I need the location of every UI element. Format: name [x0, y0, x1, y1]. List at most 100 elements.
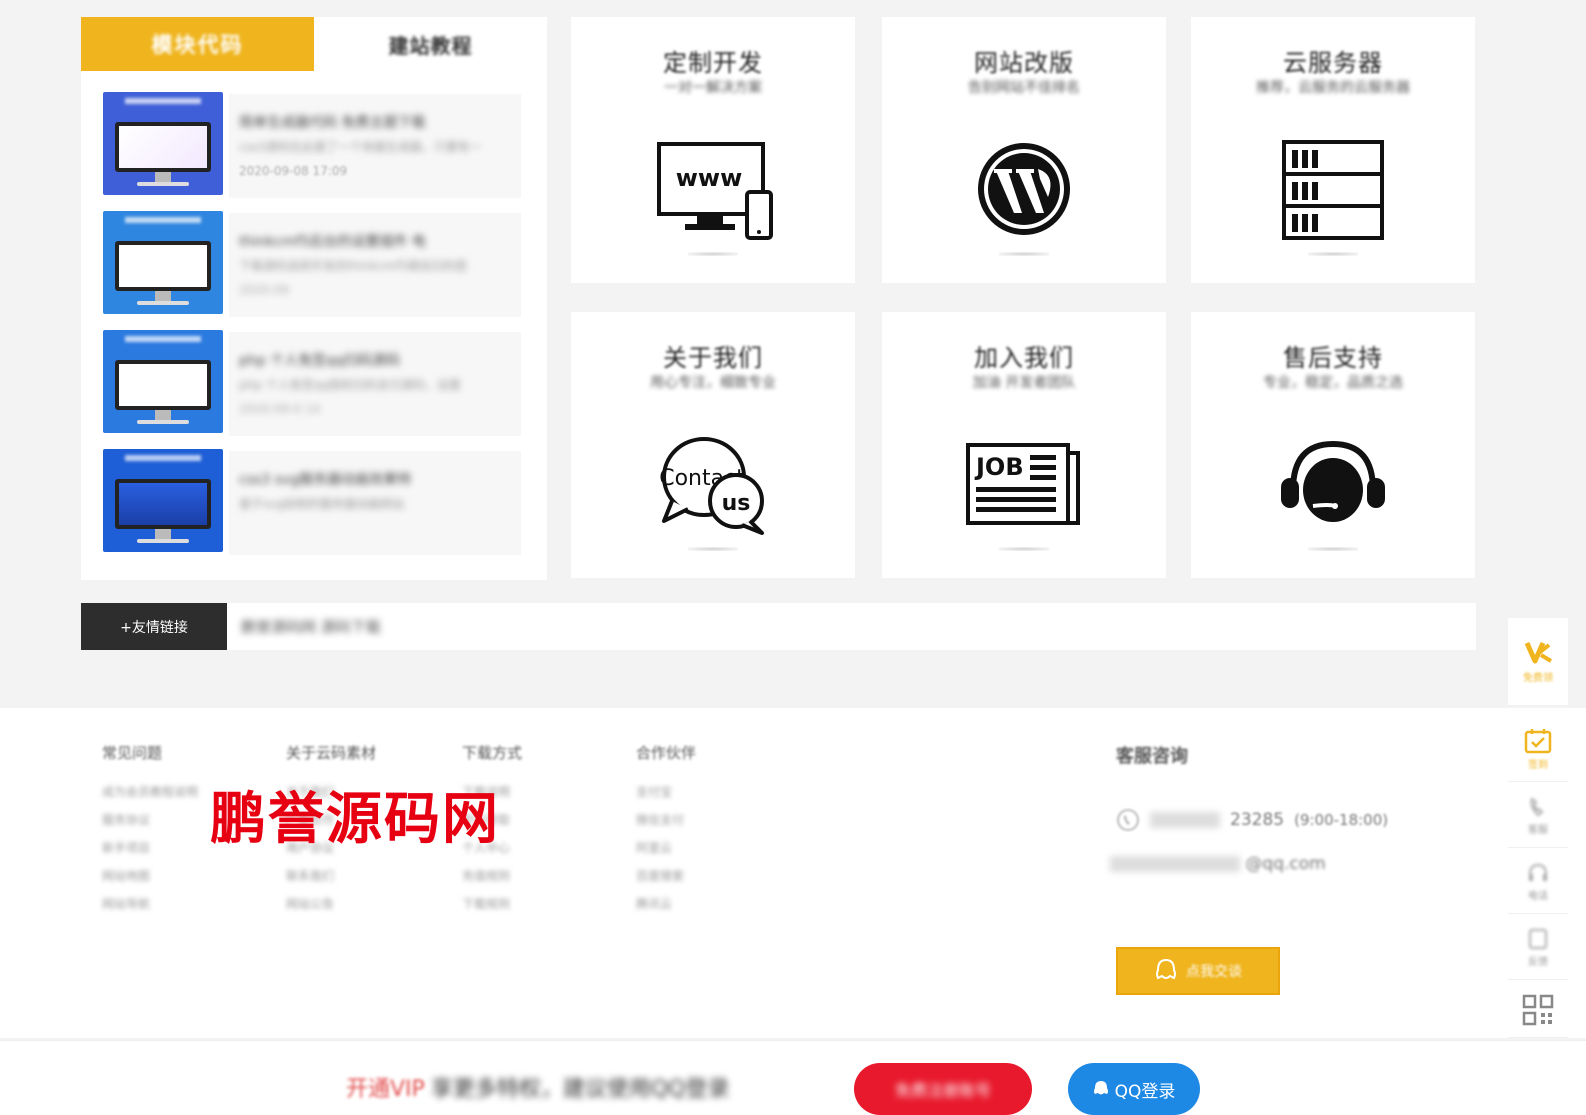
qq-login-button[interactable]: QQ登录 — [1068, 1063, 1200, 1115]
sidebar-item-qrcode[interactable] — [1508, 982, 1568, 1038]
headset-support-icon — [1273, 424, 1393, 544]
sidebar-item-checkin[interactable]: 签到 — [1508, 718, 1568, 782]
feedback-icon — [1529, 929, 1547, 949]
service-email: @qq.com — [1110, 854, 1326, 874]
card-subtitle: 一对一解决方案 — [664, 80, 762, 96]
footer-column-partners: 合作伙伴 支付宝 微信支付 阿里云 百度搜索 腾讯云 — [636, 742, 696, 923]
list-item[interactable]: thinkcmf5后台的设置插件 电 下载源码自研开发的thinkcmf5微信扫… — [103, 211, 523, 329]
footer-column-faq: 常见问题 成为会员教程说明 服务协议 新手项目 网站地图 网站导航 — [102, 742, 198, 923]
footer-link[interactable]: 腾讯云 — [636, 895, 696, 923]
service-phone: 23285 (9:00-18:00) — [1116, 808, 1388, 832]
friend-links-button[interactable]: +友情链接 — [81, 603, 227, 650]
card-cloud-server[interactable]: 云服务器 推荐，云服务的云服务器 — [1191, 17, 1475, 283]
card-subtitle: 专业，稳定，品质之选 — [1263, 375, 1403, 391]
headset-icon — [1529, 863, 1547, 881]
svg-text:JOB: JOB — [974, 453, 1024, 481]
footer-column-title: 关于云码素材 — [286, 744, 377, 762]
sidebar-item-phone[interactable]: 电话 — [1508, 850, 1568, 914]
card-title: 定制开发 — [663, 49, 763, 77]
article-title[interactable]: 简单生成器代码 免费主题下载 — [239, 112, 425, 132]
article-title[interactable]: thinkcmf5后台的设置插件 电 — [239, 231, 426, 251]
card-subtitle: 告别网站不佳排名 — [968, 80, 1080, 96]
card-title: 售后支持 — [1283, 344, 1383, 372]
service-title: 客服咨询 — [1116, 746, 1188, 767]
article-title[interactable]: php 个人免签qq扫码源码 — [239, 350, 400, 370]
sidebar-item-free[interactable]: 免费领 — [1508, 618, 1568, 706]
login-promo-text: 开通VIP 享更多特权，建议使用QQ登录 — [346, 1077, 730, 1102]
article-date: 2020-09-0 14 — [239, 402, 321, 416]
footer-link[interactable]: 网站地图 — [102, 867, 198, 895]
card-subtitle: 用心专注，细致专业 — [650, 375, 776, 391]
calendar-check-icon — [1524, 729, 1552, 754]
contact-us-icon: Contact us — [653, 424, 773, 544]
login-prompt-bar: 开通VIP 享更多特权，建议使用QQ登录 免费注册账号 QQ登录 — [0, 1040, 1586, 1115]
tab-site-tutorial[interactable]: 建站教程 — [314, 17, 547, 71]
www-monitor-icon: www — [653, 129, 773, 249]
tab-bar: 模块代码 建站教程 — [81, 17, 547, 71]
card-subtitle: 加油 开发者团队 — [972, 375, 1076, 391]
footer-link[interactable]: 充值规则 — [462, 867, 522, 895]
footer-link[interactable]: 成为会员教程说明 — [102, 783, 198, 811]
customer-service: 客服咨询 23285 (9:00-18:00) @qq.com 点我交谈 — [1110, 742, 1416, 995]
tab-module-code[interactable]: 模块代码 — [81, 17, 314, 71]
sidebar-item-service[interactable]: 客服 — [1508, 784, 1568, 848]
article-desc: 基于svg绘制的服务器动画网站 — [239, 497, 404, 511]
footer-link[interactable]: 联系我们 — [286, 867, 376, 895]
friend-links-bar: +友情链接 鹏誉源码网 源码下载 — [81, 603, 1476, 650]
wordpress-icon — [964, 129, 1084, 249]
left-tab-panel: 模块代码 建站教程 简单生成器代码 免费主题下载 css3源码在此建了一个体器生… — [81, 17, 547, 580]
card-custom-dev[interactable]: 定制开发 一对一解决方案 www — [571, 17, 855, 283]
watermark-text: 鹏誉源码网 — [210, 787, 500, 852]
tab-label: 模块代码 — [151, 33, 244, 57]
card-subtitle: 推荐，云服务的云服务器 — [1256, 80, 1410, 96]
server-rack-icon — [1273, 129, 1393, 249]
qq-penguin-icon — [1156, 958, 1176, 980]
footer-link[interactable]: 微信支付 — [636, 811, 696, 839]
register-button[interactable]: 免费注册账号 — [854, 1063, 1032, 1115]
article-desc: css3源码在此建了一个体器生成器，只要有一 — [239, 140, 482, 154]
sidebar-item-feedback[interactable]: 反馈 — [1508, 916, 1568, 980]
article-thumbnail[interactable] — [103, 92, 223, 195]
footer-link[interactable]: 阿里云 — [636, 839, 696, 867]
v-logo-icon — [1524, 641, 1553, 664]
phone-icon — [1530, 797, 1544, 817]
article-thumbnail[interactable] — [103, 330, 223, 433]
footer-column-title: 下载方式 — [462, 744, 523, 762]
phone-icon — [1117, 809, 1139, 831]
card-title: 网站改版 — [974, 49, 1074, 77]
floating-sidebar: 免费领 签到 客服 电话 反馈 — [1508, 618, 1568, 1038]
footer-column-title: 合作伙伴 — [636, 744, 697, 762]
list-item[interactable]: 简单生成器代码 免费主题下载 css3源码在此建了一个体器生成器，只要有一 20… — [103, 92, 523, 210]
card-about-us[interactable]: 关于我们 用心专注，细致专业 Contact us — [571, 312, 855, 578]
footer-link[interactable]: 下载规则 — [462, 895, 522, 923]
card-site-redesign[interactable]: 网站改版 告别网站不佳排名 — [882, 17, 1166, 283]
article-thumbnail[interactable] — [103, 449, 223, 552]
footer-link[interactable]: 支付宝 — [636, 783, 696, 811]
article-desc: php 个人免签qq授权扫码支付源码，设置 — [239, 378, 461, 392]
chat-button[interactable]: 点我交谈 — [1116, 947, 1280, 995]
svg-text:us: us — [722, 491, 751, 516]
card-title: 云服务器 — [1283, 49, 1383, 77]
friend-links-list[interactable]: 鹏誉源码网 源码下载 — [241, 616, 381, 637]
article-title[interactable]: css3 svg服务器动画效果特 — [239, 469, 411, 489]
qq-penguin-icon — [1093, 1081, 1108, 1095]
article-date: 2020-09-08 17:09 — [239, 164, 348, 178]
card-title: 加入我们 — [974, 344, 1074, 372]
footer-link[interactable]: 网站公告 — [286, 895, 376, 923]
footer-column-title: 常见问题 — [102, 744, 163, 762]
article-list: 简单生成器代码 免费主题下载 css3源码在此建了一个体器生成器，只要有一 20… — [103, 92, 523, 568]
list-item[interactable]: php 个人免签qq扫码源码 php 个人免签qq授权扫码支付源码，设置 202… — [103, 330, 523, 448]
article-thumbnail[interactable] — [103, 211, 223, 314]
article-date: 2020-09 — [239, 283, 290, 297]
footer-link[interactable]: 网站导航 — [102, 895, 198, 923]
footer-link[interactable]: 新手项目 — [102, 839, 198, 867]
footer-link[interactable]: 百度搜索 — [636, 867, 696, 895]
job-newspaper-icon: JOB — [964, 424, 1084, 544]
card-after-sales[interactable]: 售后支持 专业，稳定，品质之选 — [1191, 312, 1475, 578]
card-title: 关于我们 — [663, 344, 763, 372]
list-item[interactable]: css3 svg服务器动画效果特 基于svg绘制的服务器动画网站 — [103, 449, 523, 567]
site-footer: 常见问题 成为会员教程说明 服务协议 新手项目 网站地图 网站导航 关于云码素材… — [0, 708, 1586, 1038]
card-join-us[interactable]: 加入我们 加油 开发者团队 JOB — [882, 312, 1166, 578]
footer-link[interactable]: 服务协议 — [102, 811, 198, 839]
qrcode-icon — [1522, 994, 1554, 1025]
